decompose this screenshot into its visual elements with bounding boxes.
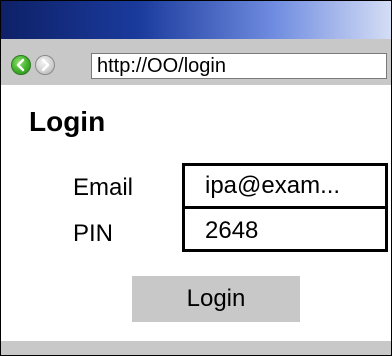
forward-button[interactable] — [35, 55, 55, 75]
pin-label: PIN — [73, 220, 114, 247]
page-title: Login — [29, 106, 106, 137]
pin-field[interactable]: 2648 — [182, 206, 388, 252]
status-bar — [1, 341, 391, 355]
back-button[interactable] — [11, 55, 31, 75]
browser-window: http://OO/login Login Email ipa@exam... … — [0, 0, 392, 356]
forward-arrow-icon — [41, 58, 50, 72]
login-button[interactable]: Login — [132, 276, 300, 322]
title-bar — [1, 1, 391, 39]
back-arrow-icon — [16, 58, 25, 72]
email-field[interactable]: ipa@exam... — [182, 163, 388, 209]
email-label: Email — [73, 174, 134, 201]
url-field[interactable]: http://OO/login — [91, 53, 387, 79]
